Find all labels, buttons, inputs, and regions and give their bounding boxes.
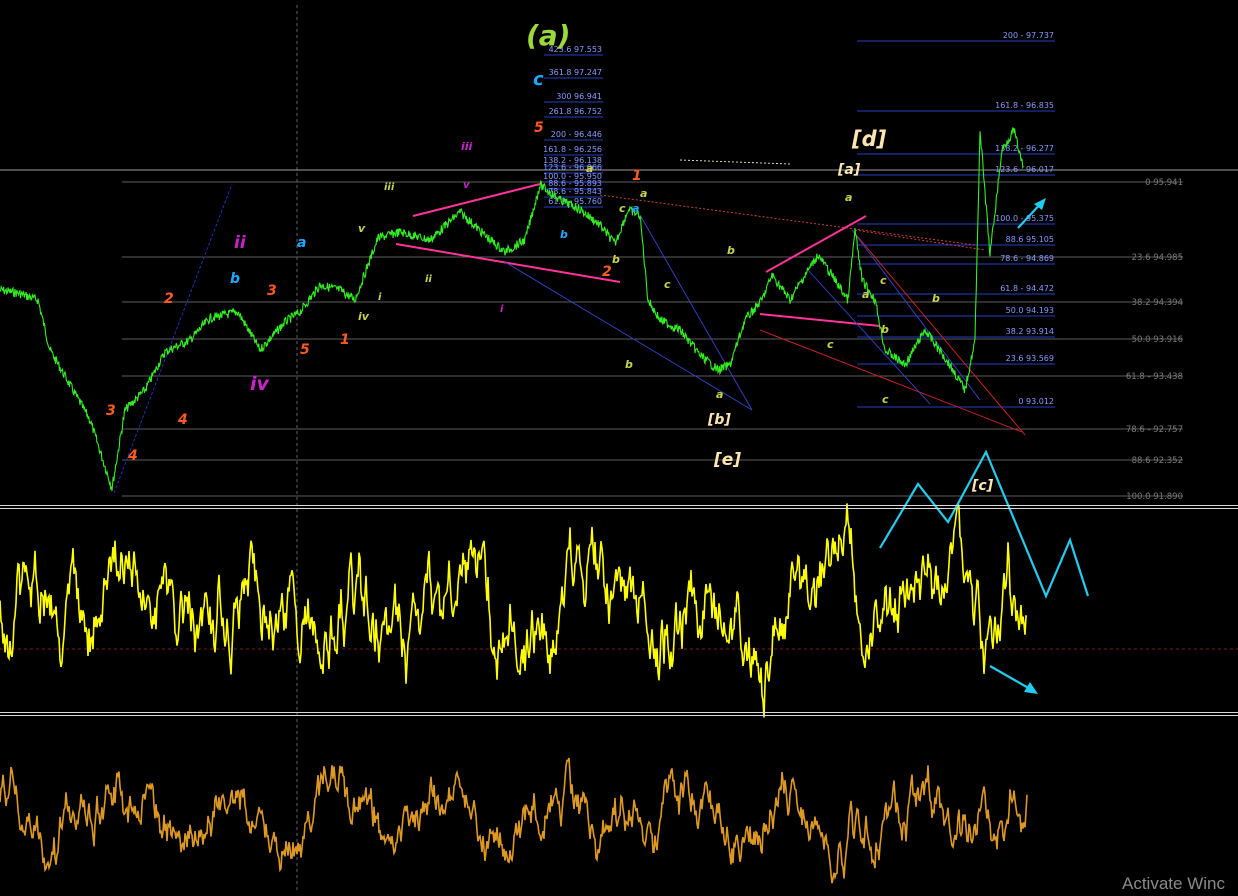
oscillator-1-line: [0, 502, 1028, 718]
blue-trend-3: [851, 229, 981, 401]
wave-label: a: [586, 162, 593, 175]
price-series-layer: [0, 127, 1024, 492]
pale-dotted: [679, 159, 791, 165]
grid-layer: 0 95.941 23.6 94.985 38.2 94.394 50.0 93.91…: [0, 5, 1238, 890]
wave-label: b: [230, 271, 240, 287]
projection-path: [879, 449, 1090, 599]
fib-level-label: 100.0 91.890: [1126, 492, 1183, 502]
pane-separator-bottom: [0, 712, 1238, 713]
elliott-wave-chart: 0 95.941 23.6 94.985 38.2 94.394 50.0 93.91…: [0, 5, 1238, 890]
wave-label: iv: [250, 373, 270, 395]
wave-label: 1: [340, 332, 350, 348]
wave-label: [d]: [851, 127, 887, 151]
fib-b-label: 38.2 93.914: [1006, 327, 1054, 336]
fib-b-label: 78.6 - 94.869: [1000, 254, 1054, 263]
wave-label: (a): [526, 19, 571, 52]
fib-b-label: 0 93.012: [1018, 397, 1054, 406]
wave-label: c: [880, 274, 887, 287]
wave-label: b: [727, 244, 735, 257]
wave-label: 4: [127, 448, 138, 464]
fib-level-label: 61.8 - 93.438: [1126, 372, 1183, 382]
red-dotted-2: [854, 229, 986, 251]
wave-label: v: [463, 180, 470, 191]
fib-b-label: 88.6 95.105: [1006, 235, 1054, 244]
fib-b-label: 23.6 93.569: [1006, 354, 1054, 363]
wave-label: [b]: [707, 412, 731, 428]
red-trend-1: [759, 329, 1023, 433]
wave-label: a: [632, 202, 639, 215]
wave-label: ii: [425, 274, 432, 285]
oscillator-1-layer: [0, 502, 1028, 718]
wave-label: c: [827, 338, 834, 351]
wave-label: [c]: [971, 478, 994, 494]
fib-level-label: 38.2 94.394: [1132, 298, 1183, 308]
wave-label: ii: [234, 233, 247, 253]
wave-label: 2: [602, 264, 612, 280]
fib-a-label: 200 - 96.446: [551, 130, 602, 139]
oscillator-2-layer: [0, 757, 1028, 884]
activate-windows-watermark: Activate Winc: [1122, 874, 1225, 893]
wave-label: b: [932, 292, 940, 305]
wave-label: 3: [106, 403, 116, 419]
fib-level-label: 50.0 93.916: [1132, 335, 1183, 345]
fib-level-label: 23.6 94.985: [1132, 253, 1183, 263]
wave-label: c: [882, 393, 889, 406]
fib-b-label: 61.8 - 94.472: [1000, 284, 1054, 293]
fib-a-label: 261.8 96.752: [549, 107, 602, 116]
channel-top-1: [412, 183, 541, 217]
wave-label: 5: [300, 342, 310, 358]
fib-level-label: 88.6 92.352: [1132, 456, 1183, 466]
wave-label: 2: [164, 291, 174, 307]
pane-separator-top: [0, 505, 1238, 506]
wave-label: a: [640, 187, 647, 200]
wave-label: a: [297, 235, 306, 251]
wave-label: a: [716, 388, 723, 401]
wave-label: b: [625, 358, 633, 371]
wave-label: iv: [358, 310, 370, 323]
red-trend-2: [851, 229, 1026, 436]
blue-trend-2: [639, 214, 753, 411]
blue-trend-1: [504, 261, 753, 411]
price-line: [0, 127, 1024, 492]
wave-label: [a]: [837, 162, 861, 178]
wave-label: 1: [632, 168, 642, 184]
wave-label: i: [378, 292, 382, 303]
wave-label: b: [560, 228, 568, 241]
fib-b-label: 50.0 94.193: [1006, 306, 1054, 315]
fib-a-label: 300 96.941: [556, 92, 602, 101]
fib-a-label: 78.6 - 95.843: [548, 187, 602, 196]
fib-a-label: 361.8 97.247: [549, 68, 602, 77]
wave-label: a: [845, 191, 852, 204]
wave-labels-layer: (a)c5iiiviiiviiiiviiiivab351243412[b][a]…: [106, 19, 994, 494]
wave-label: 4: [177, 412, 188, 428]
fib-level-label: 78.6 - 92.757: [1126, 425, 1183, 435]
fib-b-label: 200 - 97.737: [1003, 31, 1054, 40]
fib-a-label: 161.8 - 96.256: [543, 145, 602, 154]
oscillator-2-line: [0, 757, 1028, 884]
wave-label: v: [358, 222, 366, 235]
wave-label: b: [612, 253, 620, 266]
projection-down-arrow: [989, 665, 1033, 691]
pane-separator-bottom-2: [0, 715, 1238, 716]
wave-label: [e]: [713, 450, 741, 470]
wave-label: 5: [534, 120, 544, 136]
diagonal-dashed-blue: [113, 183, 233, 494]
wave-label: c: [619, 202, 626, 215]
fib-b-label: 161.8 - 96.835: [995, 101, 1054, 110]
pane-separator-top-2: [0, 508, 1238, 509]
wave-label: a: [862, 288, 869, 301]
fib-level-label: 0 95.941: [1145, 178, 1183, 188]
wave-label: iii: [461, 140, 473, 153]
wave-label: i: [500, 304, 504, 315]
wave-label: 3: [267, 283, 277, 299]
projection-arrows-layer: [879, 198, 1090, 694]
fib-b-label: 123.6 - 96.017: [995, 165, 1054, 174]
projection-down-arrowhead: [1024, 682, 1038, 694]
red-dotted-1: [599, 194, 976, 246]
wave-label: c: [533, 69, 544, 90]
wave-label: b: [881, 323, 889, 336]
wave-label: c: [664, 278, 671, 291]
wave-label: iii: [384, 182, 395, 193]
